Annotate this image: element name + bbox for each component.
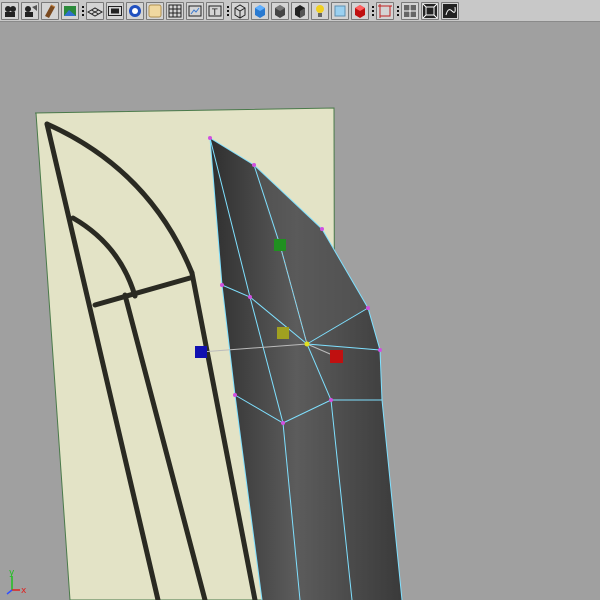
smooth-shade-icon: [255, 4, 265, 18]
manipulator-z-handle[interactable]: [195, 346, 207, 358]
xray-icon: [334, 5, 346, 16]
default-material-button[interactable]: [291, 1, 309, 20]
panel-toolbar: T: [0, 0, 600, 22]
image-plane-button[interactable]: [61, 1, 79, 20]
frame-selected-icon: [443, 3, 457, 18]
flat-shade-icon: [275, 4, 285, 18]
texture-button[interactable]: [351, 1, 369, 20]
toolbar-separator: [226, 2, 229, 20]
manipulator-y-handle[interactable]: [274, 239, 286, 251]
wireframe-on-shaded-button[interactable]: [401, 1, 419, 20]
manipulator-pivot[interactable]: [304, 341, 310, 347]
axis-x-label: x: [21, 586, 27, 596]
toolbar-separator: [81, 2, 84, 20]
wireframe-button[interactable]: [231, 1, 249, 20]
grid-icon: [87, 6, 103, 17]
viewport-scene[interactable]: [0, 22, 600, 600]
use-lights-icon: [316, 4, 324, 17]
wireframe-icon: [234, 3, 246, 19]
viewport[interactable]: y x: [0, 22, 600, 600]
image-plane-icon: [64, 5, 76, 16]
isolate-select-button[interactable]: [376, 1, 394, 20]
resolution-gate-button[interactable]: [126, 1, 144, 20]
field-chart-button[interactable]: [166, 1, 184, 20]
flat-shade-button[interactable]: [271, 1, 289, 20]
resolution-gate-icon: [129, 4, 141, 17]
camera-button[interactable]: [1, 1, 19, 20]
camera-attributes-icon: [25, 4, 37, 17]
frame-all-icon: [422, 3, 438, 18]
field-chart-icon: [168, 4, 182, 17]
safe-title-icon: T: [208, 5, 222, 18]
toolbar-separator: [396, 2, 399, 20]
camera-attributes-button[interactable]: [21, 1, 39, 20]
safe-title-button[interactable]: T: [206, 1, 224, 20]
use-lights-button[interactable]: [311, 1, 329, 20]
bookmark-icon: [45, 4, 56, 18]
safe-action-icon: [188, 5, 202, 16]
texture-icon: [355, 4, 365, 18]
manipulator-x-handle[interactable]: [330, 350, 343, 363]
axis-y-label: y: [9, 568, 15, 578]
manipulator-center-handle[interactable]: [277, 327, 289, 339]
grid-button[interactable]: [86, 1, 104, 20]
default-material-icon: [295, 4, 305, 18]
svg-text:T: T: [211, 8, 218, 18]
frame-selected-button[interactable]: [441, 1, 459, 20]
camera-icon: [5, 5, 16, 17]
film-gate-button[interactable]: [106, 1, 124, 20]
toolbar-separator: [371, 2, 374, 20]
gate-mask-button[interactable]: [146, 1, 164, 20]
gate-mask-icon: [148, 4, 162, 17]
axis-indicator: y x: [6, 568, 27, 596]
xray-button[interactable]: [331, 1, 349, 20]
bookmark-button[interactable]: [41, 1, 59, 20]
frame-all-button[interactable]: [421, 1, 439, 20]
isolate-select-icon: [378, 3, 392, 18]
smooth-shade-button[interactable]: [251, 1, 269, 20]
film-gate-icon: [108, 5, 122, 16]
wireframe-on-shaded-icon: [404, 4, 416, 17]
safe-action-button[interactable]: [186, 1, 204, 20]
